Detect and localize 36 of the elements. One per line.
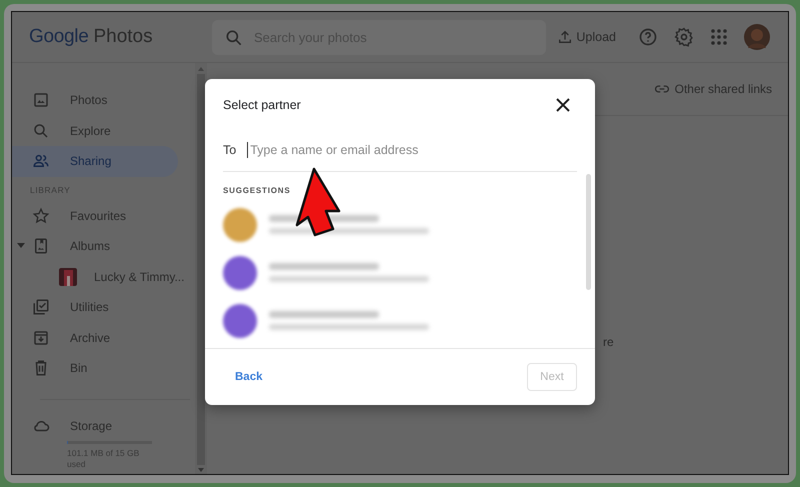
nav-item[interactable]: Favourites [12, 200, 178, 231]
nav-item[interactable]: Sharing [12, 146, 178, 176]
nav-item[interactable]: Archive [12, 322, 178, 353]
upload-icon [557, 29, 574, 45]
archive-icon [32, 328, 50, 347]
scroll-down-icon[interactable] [198, 468, 204, 472]
search-icon [32, 122, 50, 140]
scrollbar-thumb[interactable] [197, 74, 205, 465]
to-label: To [223, 143, 236, 157]
help-icon[interactable] [638, 27, 658, 47]
app-logo[interactable]: Google Photos [12, 26, 212, 48]
back-button[interactable]: Back [223, 365, 274, 389]
close-icon[interactable] [556, 98, 570, 112]
caret-icon[interactable] [17, 243, 25, 249]
settings-icon[interactable] [674, 27, 694, 47]
other-shared-links[interactable]: Other shared links [654, 82, 772, 96]
upload-button[interactable]: Upload [557, 29, 616, 45]
checklist-icon [32, 298, 50, 316]
link-icon [654, 84, 669, 94]
album-item[interactable]: Lucky & Timmy... [12, 262, 205, 292]
star-icon [32, 206, 50, 225]
list-scrollbar[interactable] [586, 174, 591, 290]
nav-item[interactable]: Explore [12, 116, 178, 146]
nav-item[interactable]: Bin [12, 353, 178, 384]
nav-item[interactable]: Utilities [12, 292, 178, 322]
dialog-title: Select partner [223, 98, 301, 112]
album-icon [32, 237, 50, 256]
nav-item[interactable]: Photos [12, 85, 178, 116]
partial-text: re [603, 335, 614, 349]
nav-item[interactable]: Albums [12, 231, 178, 262]
apps-icon[interactable] [710, 28, 728, 46]
storage-label: Storage [70, 418, 112, 432]
photo-icon [32, 91, 50, 110]
avatar-icon[interactable] [744, 24, 770, 50]
search-icon [224, 28, 244, 48]
suggestions-label: SUGGESTIONS [223, 186, 292, 195]
